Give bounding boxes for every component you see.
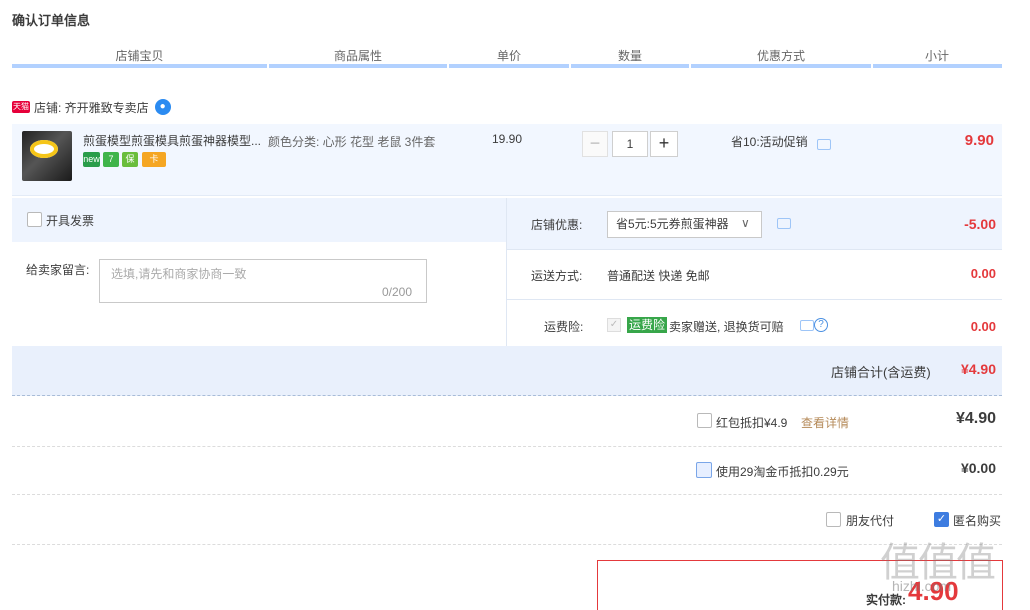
header-bar [691, 64, 871, 68]
friend-pay-label[interactable]: 朋友代付 [846, 512, 894, 529]
shop-discount-label: 店铺优惠: [531, 218, 583, 232]
red-packet-label[interactable]: 红包抵扣¥4.9 [716, 414, 787, 431]
header-bar [269, 64, 447, 68]
tmall-icon: 天猫 [12, 101, 30, 113]
divider [12, 494, 1002, 495]
help-icon[interactable]: ? [814, 318, 828, 332]
chat-wangwang-icon[interactable]: ● [154, 99, 171, 115]
shop-row: 天猫 店铺: 齐开雅致专卖店 ● [12, 96, 171, 118]
red-packet-detail-link[interactable]: 查看详情 [801, 414, 849, 431]
shipping-amount: 0.00 [970, 266, 996, 281]
credit-card-icon: 卡 [142, 152, 166, 167]
insurance-checkbox: ✓ [607, 318, 621, 332]
comment-icon[interactable] [817, 139, 831, 150]
seven-day-return-icon: 7 [103, 152, 119, 167]
red-packet-checkbox[interactable] [697, 413, 712, 428]
unit-price: 19.90 [492, 132, 523, 146]
coins-checkbox[interactable] [696, 462, 712, 478]
invoice-checkbox[interactable] [27, 212, 42, 227]
product-name-link[interactable]: 煎蛋模型煎蛋模具煎蛋神器模型... [83, 132, 263, 149]
product-attributes: 颜色分类: 心形 花型 老鼠 3件套 [268, 135, 436, 149]
divider [12, 446, 1002, 447]
quantity-decrease-button[interactable]: − [582, 131, 608, 157]
message-char-count: 0/200 [382, 285, 413, 299]
item-subtotal: 9.90 [964, 132, 994, 149]
shop-name-link[interactable]: 店铺: 齐开雅致专卖店 [34, 99, 149, 116]
chevron-down-icon: ∨ [741, 216, 750, 230]
guarantee-icon: 保 [122, 152, 138, 167]
coins-label[interactable]: 使用29淘金币抵扣0.29元 [716, 463, 849, 480]
comment-icon[interactable] [800, 320, 814, 331]
insurance-amount: 0.00 [970, 319, 996, 334]
header-bar [12, 64, 267, 68]
shop-discount-amount: -5.00 [964, 216, 996, 232]
shipping-method: 普通配送 快递 免邮 [607, 269, 710, 283]
quantity-input[interactable] [612, 131, 648, 157]
coins-amount: ¥0.00 [960, 460, 996, 476]
message-label: 给卖家留言: [26, 263, 90, 277]
shop-total-label: 店铺合计(含运费) [831, 365, 931, 380]
shipping-label: 运送方式: [531, 269, 583, 283]
new-tag-icon: new [83, 152, 100, 167]
invoice-label[interactable]: 开具发票 [46, 212, 94, 229]
friend-pay-checkbox[interactable] [826, 512, 841, 527]
insurance-text: 卖家赠送, 退换货可赔 [669, 320, 784, 334]
divider [12, 544, 1002, 545]
shop-discount-select[interactable]: 省5元:5元券煎蛋神器 [607, 211, 762, 238]
header-bar [873, 64, 1002, 68]
quantity-increase-button[interactable]: + [650, 131, 678, 157]
message-placeholder: 选填,请先和商家协商一致 [111, 267, 247, 281]
insurance-badge: 运费险 [627, 317, 668, 333]
anonymous-checkbox[interactable]: ✓ [934, 512, 949, 527]
shop-total-amount: ¥4.90 [960, 361, 996, 377]
comment-icon[interactable] [777, 218, 791, 229]
promotion-text: 省10:活动促销 [731, 135, 808, 149]
insurance-label: 运费险: [544, 320, 584, 334]
watermark-url: hizhi.com [892, 578, 952, 594]
page-title: 确认订单信息 [12, 13, 91, 28]
header-bar [571, 64, 689, 68]
anonymous-label[interactable]: 匿名购买 [953, 512, 1001, 529]
product-thumbnail-egg [30, 140, 58, 158]
red-packet-amount: ¥4.90 [955, 410, 996, 427]
header-bar [449, 64, 569, 68]
